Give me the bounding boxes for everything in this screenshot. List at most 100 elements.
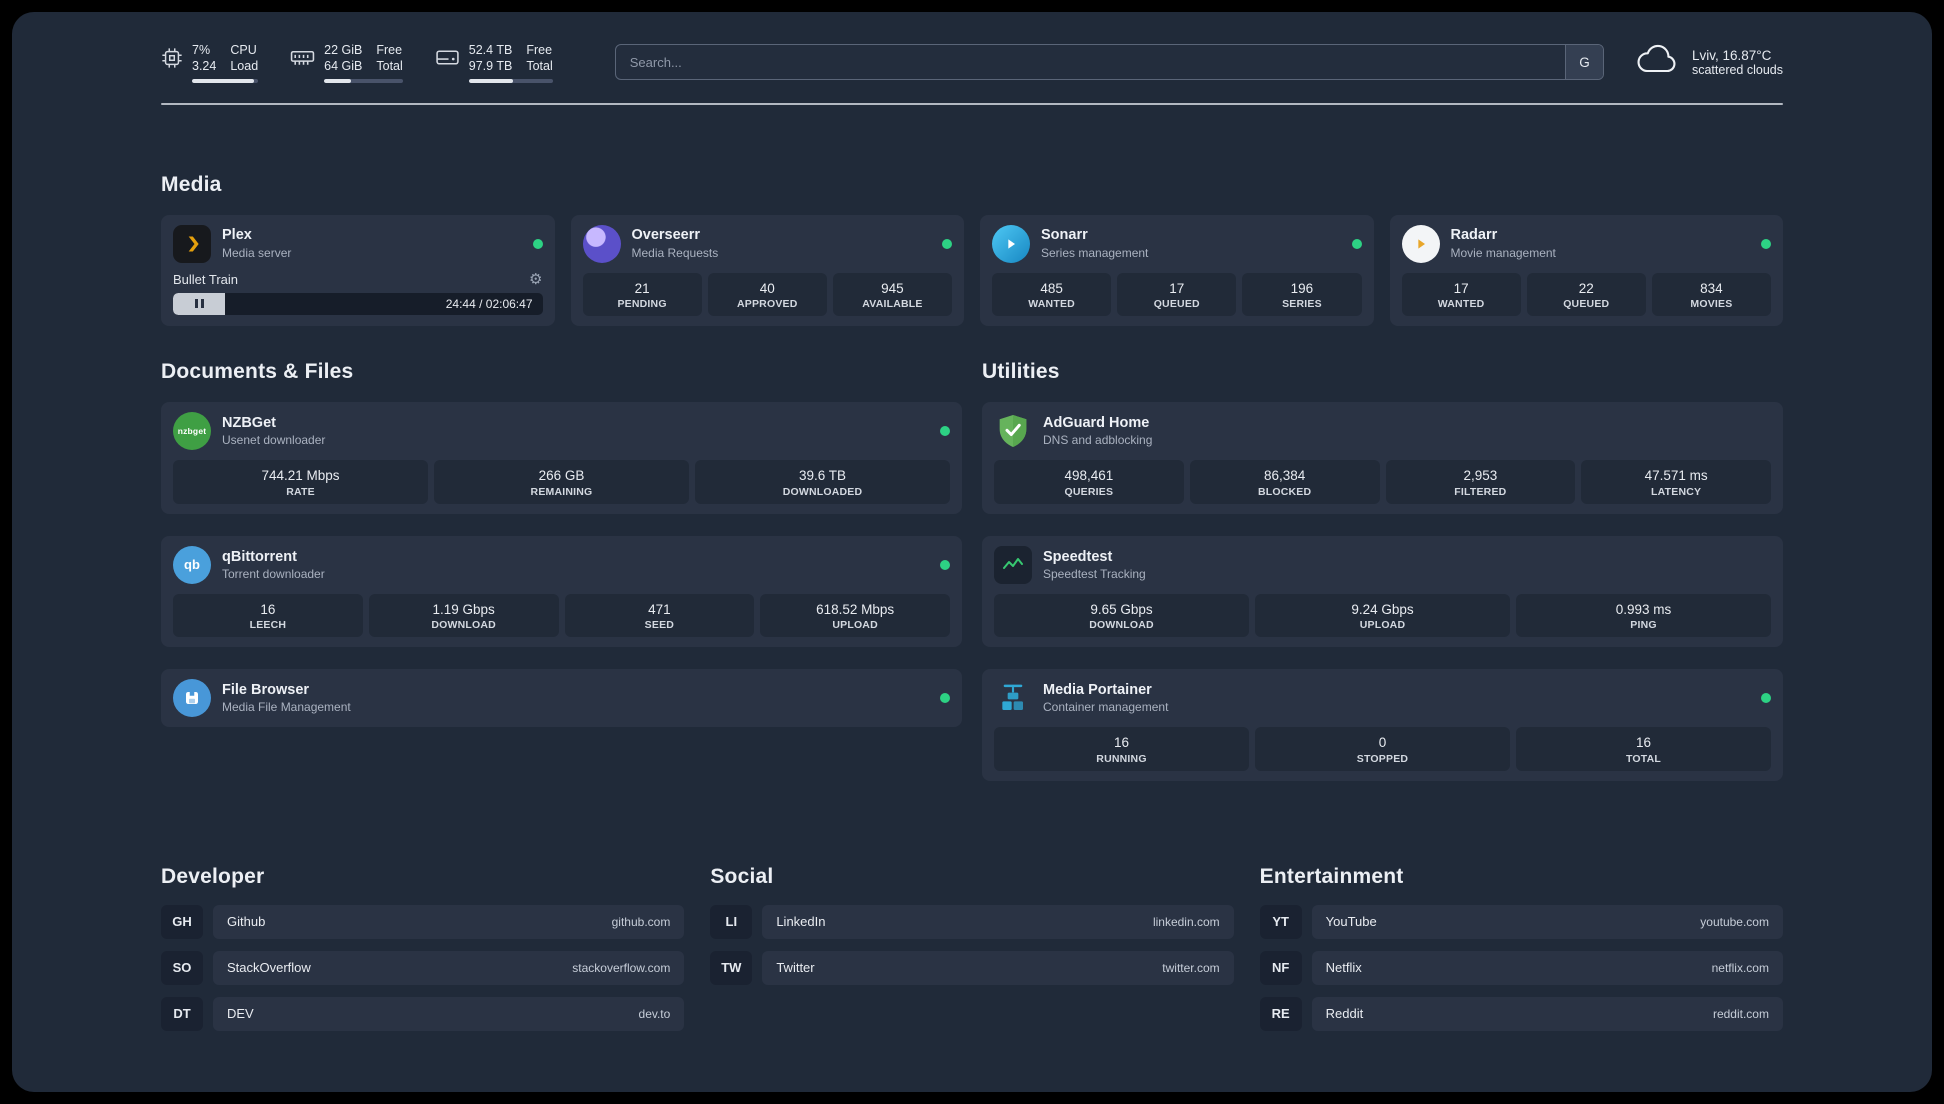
bookmark-twitter[interactable]: TW Twitter twitter.com <box>710 950 1234 985</box>
disk-total-value: 97.9 TB <box>468 59 513 74</box>
stat-tile: 945 AVAILABLE <box>832 272 953 317</box>
playback-progress-bar[interactable]: 24:44 / 02:06:47 <box>173 292 543 315</box>
bookmark-abbr: DT <box>161 996 203 1031</box>
bookmark-name: LinkedIn <box>776 914 826 930</box>
portainer-icon <box>994 679 1032 717</box>
section-documents: Documents & Files nzbget NZBGet Usenet d… <box>161 360 962 749</box>
search-provider-button[interactable]: G <box>1564 45 1603 80</box>
bookmark-abbr: GH <box>161 904 203 939</box>
stat-tile: 744.21 Mbps RATE <box>173 460 428 504</box>
weather-condition: scattered clouds <box>1691 62 1783 77</box>
service-name: Media Portainer <box>1043 682 1152 699</box>
bookmark-name: Reddit <box>1325 1006 1364 1022</box>
disk-free-value: 52.4 TB <box>468 43 513 57</box>
bookmark-linkedin[interactable]: LI LinkedIn linkedin.com <box>710 904 1234 939</box>
stat-tile: 16 RUNNING <box>994 727 1249 771</box>
service-name: Plex <box>222 227 252 244</box>
service-card-overseerr[interactable]: Overseerr Media Requests 21 PENDING 40 A… <box>570 214 964 327</box>
service-card-adguard[interactable]: AdGuard Home DNS and adblocking 498,461 … <box>982 402 1783 514</box>
service-card-plex[interactable]: Plex Media server Bullet Train ⚙ 24:44 /… <box>161 214 555 327</box>
stat-tile: 498,461 QUERIES <box>994 460 1184 504</box>
memory-free-value: 22 GiB <box>324 43 363 57</box>
now-playing-title: Bullet Train <box>173 271 239 287</box>
bookmark-abbr: YT <box>1259 904 1302 939</box>
bookmark-domain: youtube.com <box>1700 914 1769 929</box>
service-card-portainer[interactable]: Media Portainer Container management 16 … <box>982 669 1783 781</box>
status-dot-online <box>1351 238 1362 249</box>
bookmark-youtube[interactable]: YT YouTube youtube.com <box>1259 904 1783 939</box>
service-description: Series management <box>1041 245 1149 260</box>
bookmark-group-social: Social LI LinkedIn linkedin.com TW Twitt… <box>710 865 1234 1043</box>
service-card-sonarr[interactable]: Sonarr Series management 485 WANTED 17 Q… <box>980 214 1374 327</box>
bookmark-domain: twitter.com <box>1162 960 1220 975</box>
stat-tile: 834 MOVIES <box>1651 272 1772 317</box>
adguard-icon <box>994 412 1032 450</box>
stat-tile: 39.6 TB DOWNLOADED <box>695 460 950 504</box>
service-name: qBittorrent <box>222 548 297 565</box>
dashboard: 7% 3.24 CPU Load 22 GiB 64 GiB Free Tota… <box>12 12 1932 1092</box>
service-name: AdGuard Home <box>1043 414 1150 431</box>
pause-button[interactable] <box>173 292 225 315</box>
top-bar: 7% 3.24 CPU Load 22 GiB 64 GiB Free Tota… <box>161 42 1783 83</box>
stat-tile: 471 SEED <box>564 593 755 638</box>
section-title-documents: Documents & Files <box>161 360 354 384</box>
filebrowser-icon <box>173 679 211 718</box>
cpu-icon <box>161 47 183 74</box>
weather-location: Lviv, 16.87°C <box>1691 47 1772 63</box>
service-description: Media server <box>222 245 292 260</box>
bookmark-abbr: LI <box>710 904 753 939</box>
memory-resource-widget: 22 GiB 64 GiB Free Total <box>290 42 403 83</box>
search-input[interactable] <box>614 44 1604 81</box>
stat-tile: 485 WANTED <box>992 272 1112 317</box>
stat-tile: 40 APPROVED <box>707 272 827 317</box>
sonarr-icon <box>992 224 1030 263</box>
status-dot-online <box>1761 693 1771 704</box>
cpu-progress-bar <box>192 78 259 83</box>
plex-now-playing-widget: Bullet Train ⚙ 24:44 / 02:06:47 <box>173 272 543 315</box>
status-dot-online <box>942 238 952 249</box>
stat-tile: 16 LEECH <box>173 593 363 638</box>
stat-tile: 196 SERIES <box>1242 272 1362 317</box>
bookmark-domain: linkedin.com <box>1152 914 1220 929</box>
stat-tile: 9.65 Gbps DOWNLOAD <box>994 593 1249 638</box>
bookmark-abbr: RE <box>1259 996 1302 1031</box>
memory-free-label: Free <box>376 43 403 57</box>
service-card-nzbget[interactable]: nzbget NZBGet Usenet downloader 744.21 M… <box>161 402 962 514</box>
gear-icon[interactable]: ⚙ <box>529 272 542 287</box>
bookmark-dev[interactable]: DT DEV dev.to <box>161 996 685 1031</box>
bookmark-name: Netflix <box>1325 960 1362 976</box>
stat-tile: 16 TOTAL <box>1516 727 1771 771</box>
cpu-load-value: 3.24 <box>192 59 217 74</box>
service-name: Radarr <box>1450 227 1498 244</box>
service-card-qbittorrent[interactable]: qb qBittorrent Torrent downloader 16 LEE… <box>161 535 962 648</box>
bookmark-reddit[interactable]: RE Reddit reddit.com <box>1259 996 1783 1031</box>
section-media: Media Plex Media server Bullet Train ⚙ 2… <box>161 173 1783 327</box>
bookmark-github[interactable]: GH Github github.com <box>161 904 685 939</box>
service-card-filebrowser[interactable]: File Browser Media File Management <box>161 669 962 728</box>
bookmark-domain: reddit.com <box>1712 1006 1769 1021</box>
stat-tile: 17 QUEUED <box>1117 272 1237 317</box>
status-dot-online <box>532 238 543 249</box>
overseerr-icon <box>582 224 621 263</box>
bookmark-domain: github.com <box>611 914 671 929</box>
bookmark-domain: netflix.com <box>1711 960 1769 975</box>
bookmark-abbr: SO <box>161 950 203 985</box>
service-card-radarr[interactable]: Radarr Movie management 17 WANTED 22 QUE… <box>1389 214 1783 327</box>
nzbget-icon: nzbget <box>173 412 211 451</box>
bookmark-domain: stackoverflow.com <box>572 960 671 975</box>
stat-tile: 86,384 BLOCKED <box>1189 460 1380 504</box>
bookmark-name: StackOverflow <box>227 960 311 976</box>
weather-widget: Lviv, 16.87°C scattered clouds <box>1634 43 1783 81</box>
bookmark-name: Github <box>227 914 266 930</box>
bookmark-stackoverflow[interactable]: SO StackOverflow stackoverflow.com <box>161 950 685 985</box>
stat-tile: 618.52 Mbps UPLOAD <box>760 593 950 638</box>
plex-icon <box>173 224 211 263</box>
bookmark-domain: dev.to <box>638 1006 671 1021</box>
bookmark-netflix[interactable]: NF Netflix netflix.com <box>1259 950 1783 985</box>
service-card-speedtest[interactable]: Speedtest Speedtest Tracking 9.65 Gbps D… <box>982 535 1783 648</box>
service-name: NZBGet <box>222 414 276 431</box>
disk-total-label: Total <box>526 59 553 74</box>
speedtest-icon <box>994 545 1032 584</box>
qbittorrent-icon: qb <box>173 545 211 584</box>
section-utilities: Utilities AdGuard Home DNS and adblockin… <box>982 360 1783 803</box>
